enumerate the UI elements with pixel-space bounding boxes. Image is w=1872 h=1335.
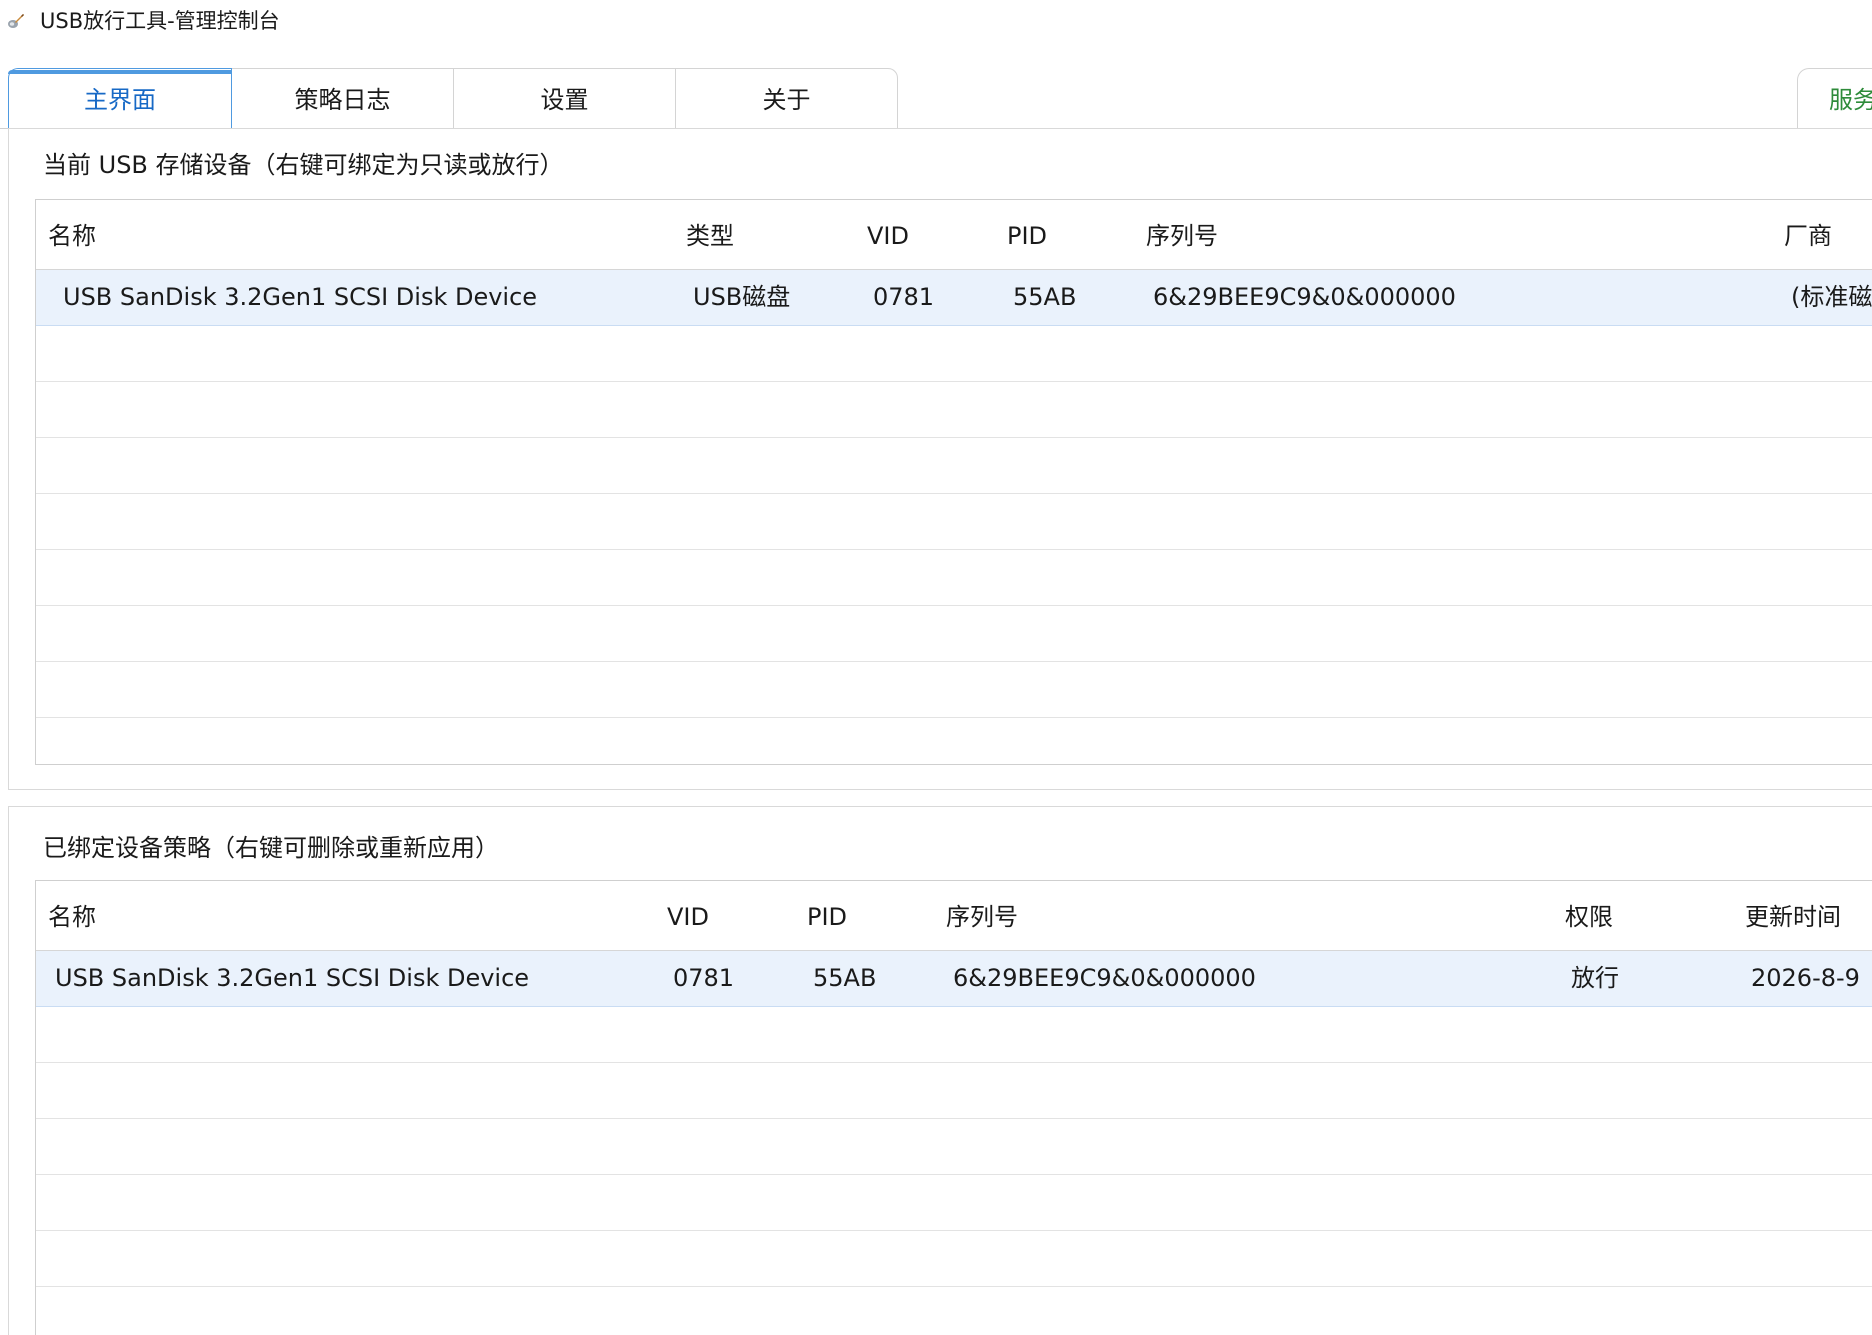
usb-devices-panel: 当前 USB 存储设备（右键可绑定为只读或放行） 名称 类型 VID PID 序… xyxy=(8,128,1872,790)
empty-row xyxy=(36,382,1872,438)
bound-policies-table[interactable]: 名称 VID PID 序列号 权限 更新时间 USB SanDisk 3.2Ge… xyxy=(35,880,1872,1335)
app-brush-icon xyxy=(7,12,25,30)
empty-row xyxy=(36,1119,1872,1175)
window-title: USB放行工具-管理控制台 xyxy=(40,9,280,33)
column-header-serial[interactable]: 序列号 xyxy=(946,881,1018,951)
cell-vid: 0781 xyxy=(873,283,935,311)
tab-about[interactable]: 关于 xyxy=(675,68,898,128)
table-header: 名称 VID PID 序列号 权限 更新时间 xyxy=(36,881,1872,951)
column-header-name[interactable]: 名称 xyxy=(48,881,96,951)
cell-name: USB SanDisk 3.2Gen1 SCSI Disk Device xyxy=(63,283,538,311)
empty-row xyxy=(36,494,1872,550)
column-header-pid[interactable]: PID xyxy=(1007,200,1047,270)
bound-policies-panel: 已绑定设备策略（右键可删除或重新应用） 名称 VID PID 序列号 权限 更新… xyxy=(8,806,1872,1335)
empty-row xyxy=(36,662,1872,718)
empty-row xyxy=(36,606,1872,662)
cell-pid: 55AB xyxy=(1013,283,1077,311)
cell-name: USB SanDisk 3.2Gen1 SCSI Disk Device xyxy=(55,964,530,992)
cell-serial: 6&29BEE9C9&0&000000 xyxy=(953,964,1256,992)
active-tab-indicator xyxy=(8,70,232,74)
empty-row xyxy=(36,1007,1872,1063)
column-header-pid[interactable]: PID xyxy=(807,881,847,951)
empty-row xyxy=(36,1287,1872,1335)
usb-devices-table[interactable]: 名称 类型 VID PID 序列号 厂商 USB SanDisk 3.2Gen1… xyxy=(35,199,1872,765)
cell-type: USB磁盘 xyxy=(693,283,791,311)
column-header-vid[interactable]: VID xyxy=(867,200,909,270)
cell-updated: 2026-8-9 xyxy=(1751,964,1860,992)
cell-serial: 6&29BEE9C9&0&000000 xyxy=(1153,283,1456,311)
cell-permission: 放行 xyxy=(1571,964,1619,992)
column-header-vid[interactable]: VID xyxy=(667,881,709,951)
table-header: 名称 类型 VID PID 序列号 厂商 xyxy=(36,200,1872,270)
column-header-type[interactable]: 类型 xyxy=(686,200,734,270)
cell-pid: 55AB xyxy=(813,964,877,992)
column-header-name[interactable]: 名称 xyxy=(48,200,96,270)
column-header-serial[interactable]: 序列号 xyxy=(1146,200,1218,270)
tab-main[interactable]: 主界面 xyxy=(8,68,232,128)
column-header-updated[interactable]: 更新时间 xyxy=(1745,881,1841,951)
usb-devices-panel-title: 当前 USB 存储设备（右键可绑定为只读或放行） xyxy=(43,151,564,179)
tab-policy-log[interactable]: 策略日志 xyxy=(231,68,454,128)
empty-row xyxy=(36,438,1872,494)
empty-row xyxy=(36,1175,1872,1231)
bound-policies-panel-title: 已绑定设备策略（右键可删除或重新应用） xyxy=(43,834,499,862)
empty-row xyxy=(36,1063,1872,1119)
cell-vid: 0781 xyxy=(673,964,735,992)
column-header-vendor[interactable]: 厂商 xyxy=(1784,200,1832,270)
column-header-permission[interactable]: 权限 xyxy=(1565,881,1613,951)
table-row[interactable]: USB SanDisk 3.2Gen1 SCSI Disk Device 078… xyxy=(36,951,1872,1007)
tab-service[interactable]: 服务 xyxy=(1797,68,1872,128)
tab-settings[interactable]: 设置 xyxy=(453,68,676,128)
empty-row xyxy=(36,1231,1872,1287)
title-bar: USB放行工具-管理控制台 xyxy=(0,0,1872,40)
empty-row xyxy=(36,326,1872,382)
empty-row xyxy=(36,550,1872,606)
table-row[interactable]: USB SanDisk 3.2Gen1 SCSI Disk Device USB… xyxy=(36,270,1872,326)
cell-vendor: (标准磁 xyxy=(1791,283,1872,311)
